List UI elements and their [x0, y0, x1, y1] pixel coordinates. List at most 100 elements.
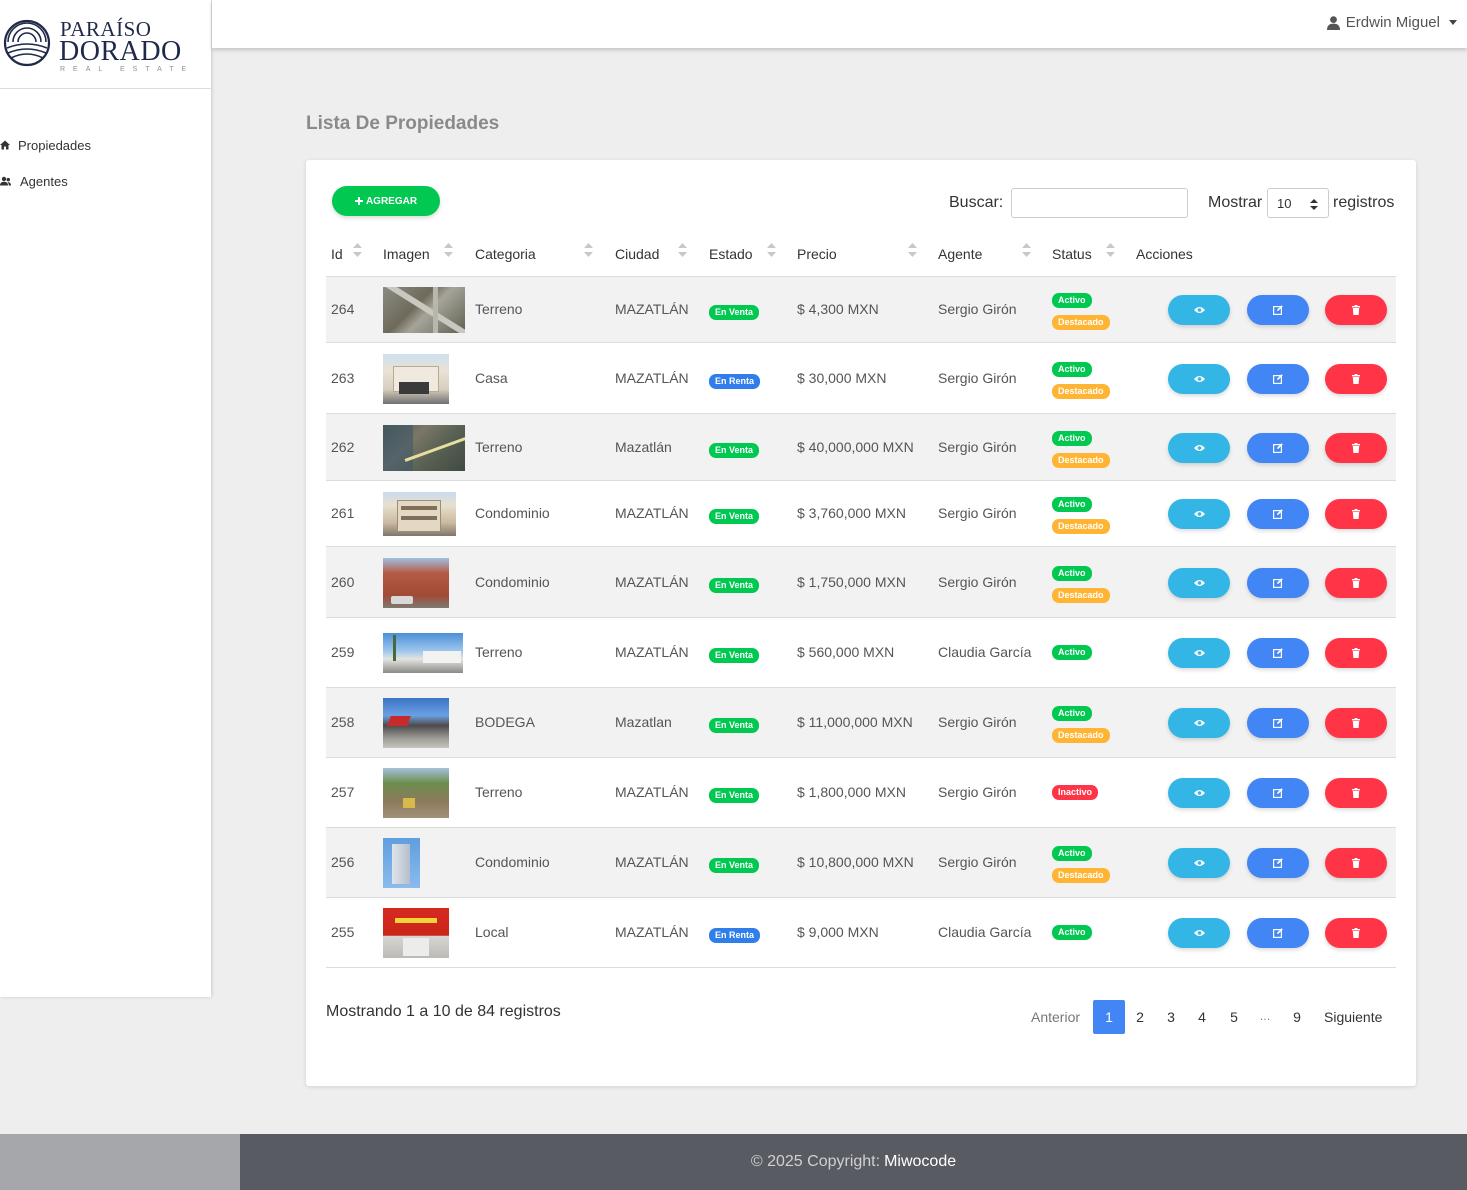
- property-thumbnail[interactable]: [383, 557, 449, 608]
- sort-arrows-icon[interactable]: [444, 243, 453, 257]
- estado-badge: En Venta: [709, 305, 760, 320]
- edit-icon: [1273, 577, 1283, 588]
- pagination-page-2[interactable]: 2: [1124, 1000, 1156, 1034]
- property-thumbnail[interactable]: [383, 287, 465, 333]
- cell-precio: $ 40,000,000 MXN: [797, 438, 914, 455]
- home-icon: [0, 140, 18, 150]
- pagination-page-9[interactable]: 9: [1281, 1000, 1313, 1034]
- edit-button[interactable]: [1247, 708, 1309, 738]
- sort-arrows-icon[interactable]: [908, 243, 917, 257]
- pagination-previous[interactable]: Anterior: [1031, 1000, 1080, 1034]
- estado-badge: En Venta: [709, 442, 760, 458]
- property-thumbnail[interactable]: [383, 633, 463, 673]
- status-badge-activo: Activo: [1052, 846, 1092, 861]
- estado-badge: En Venta: [709, 788, 760, 803]
- cell-id: 260: [331, 573, 355, 590]
- view-button[interactable]: [1168, 432, 1230, 463]
- delete-button[interactable]: [1325, 708, 1387, 738]
- thumbnail-detail: [383, 287, 465, 333]
- property-thumbnail[interactable]: [383, 698, 449, 748]
- sort-arrows-icon[interactable]: [1022, 243, 1031, 257]
- sort-arrows-icon[interactable]: [678, 243, 687, 257]
- view-button[interactable]: [1168, 363, 1230, 394]
- column-header-imagen[interactable]: Imagen: [383, 246, 430, 262]
- column-header-ciudad[interactable]: Ciudad: [615, 246, 659, 262]
- edit-button[interactable]: [1247, 918, 1309, 948]
- edit-button[interactable]: [1247, 363, 1309, 394]
- sort-arrows-icon[interactable]: [767, 243, 776, 257]
- cell-ciudad: MAZATLÁN: [615, 644, 689, 660]
- column-header-precio[interactable]: Precio: [797, 246, 837, 262]
- cell-ciudad: MAZATLÁN: [615, 924, 689, 940]
- delete-button[interactable]: [1325, 567, 1387, 598]
- sort-arrows-icon[interactable]: [1106, 243, 1115, 257]
- delete-button[interactable]: [1325, 499, 1387, 529]
- cell-precio: $ 1,750,000 MXN: [797, 573, 906, 590]
- delete-button[interactable]: [1325, 778, 1387, 808]
- sidebar-item-propiedades[interactable]: Propiedades: [0, 127, 211, 163]
- cell-precio: $ 4,300 MXN: [797, 301, 879, 317]
- cell-ciudad: MAZATLÁN: [615, 573, 689, 590]
- edit-button[interactable]: [1247, 432, 1309, 463]
- cell-categoria: Local: [475, 924, 509, 940]
- pagination-page-1[interactable]: 1: [1093, 1000, 1125, 1034]
- eye-icon: [1193, 375, 1205, 383]
- property-thumbnail[interactable]: [383, 353, 449, 404]
- cell-agente: Sergio Girón: [938, 854, 1017, 870]
- sidebar-item-agentes[interactable]: Agentes: [0, 163, 211, 199]
- view-button[interactable]: [1168, 499, 1230, 529]
- edit-icon: [1273, 509, 1283, 519]
- delete-button[interactable]: [1325, 638, 1387, 668]
- property-thumbnail[interactable]: [383, 768, 449, 818]
- view-button[interactable]: [1168, 567, 1230, 598]
- view-button[interactable]: [1168, 295, 1230, 325]
- column-header-categoria[interactable]: Categoria: [475, 246, 536, 262]
- pagination-next[interactable]: Siguiente: [1324, 1000, 1382, 1034]
- edit-icon: [1273, 442, 1283, 453]
- eye-icon: [1193, 719, 1205, 727]
- edit-button[interactable]: [1247, 778, 1309, 808]
- edit-button[interactable]: [1247, 638, 1309, 668]
- edit-button[interactable]: [1247, 567, 1309, 598]
- add-property-button[interactable]: AGREGAR: [332, 186, 440, 216]
- delete-button[interactable]: [1325, 848, 1387, 878]
- property-thumbnail[interactable]: [383, 492, 456, 536]
- view-button[interactable]: [1168, 638, 1230, 668]
- pagination-ellipsis: …: [1259, 1011, 1271, 1023]
- edit-button[interactable]: [1247, 295, 1309, 325]
- table-body: 264 Terreno MAZATLÁN En Venta $ 4,300 MXN Ser…: [326, 277, 1396, 968]
- column-header-agente[interactable]: Agente: [938, 246, 982, 262]
- cell-estado: En Venta: [709, 645, 760, 663]
- table-row: 255 Local MAZATLÁN En Renta $ 9,000 MXN Claud…: [326, 898, 1396, 968]
- cell-precio: $ 9,000 MXN: [797, 924, 879, 940]
- view-button[interactable]: [1168, 778, 1230, 808]
- sort-arrows-icon[interactable]: [353, 243, 362, 257]
- edit-button[interactable]: [1247, 499, 1309, 529]
- column-header-id[interactable]: Id: [331, 246, 343, 262]
- column-header-status[interactable]: Status: [1052, 246, 1092, 262]
- status-badge-activo: Activo: [1052, 430, 1092, 446]
- delete-button[interactable]: [1325, 295, 1387, 325]
- view-button[interactable]: [1168, 848, 1230, 878]
- brand-logo[interactable]: PARAÍSO DORADO REAL ESTATE: [0, 0, 211, 89]
- search-input[interactable]: [1011, 188, 1188, 218]
- property-thumbnail[interactable]: [383, 838, 420, 888]
- property-thumbnail[interactable]: [383, 424, 465, 471]
- footer-brand-link[interactable]: Miwocode: [884, 1153, 956, 1171]
- view-button[interactable]: [1168, 918, 1230, 948]
- page-size-select[interactable]: 10: [1267, 188, 1329, 218]
- pagination-page-3[interactable]: 3: [1155, 1000, 1187, 1034]
- delete-button[interactable]: [1325, 363, 1387, 394]
- view-button[interactable]: [1168, 708, 1230, 738]
- delete-button[interactable]: [1325, 918, 1387, 948]
- user-menu[interactable]: Erdwin Miguel: [1326, 14, 1457, 31]
- column-header-estado[interactable]: Estado: [709, 246, 753, 262]
- pagination-page-4[interactable]: 4: [1186, 1000, 1218, 1034]
- pagination-page-5[interactable]: 5: [1218, 1000, 1250, 1034]
- delete-button[interactable]: [1325, 432, 1387, 463]
- sort-arrows-icon[interactable]: [584, 243, 593, 257]
- property-thumbnail[interactable]: [383, 908, 449, 958]
- edit-button[interactable]: [1247, 848, 1309, 878]
- cell-status: Activo Destacado: [1052, 361, 1110, 399]
- table-row: 260 Condominio MAZATLÁN En Venta $ 1,750,000…: [326, 547, 1396, 618]
